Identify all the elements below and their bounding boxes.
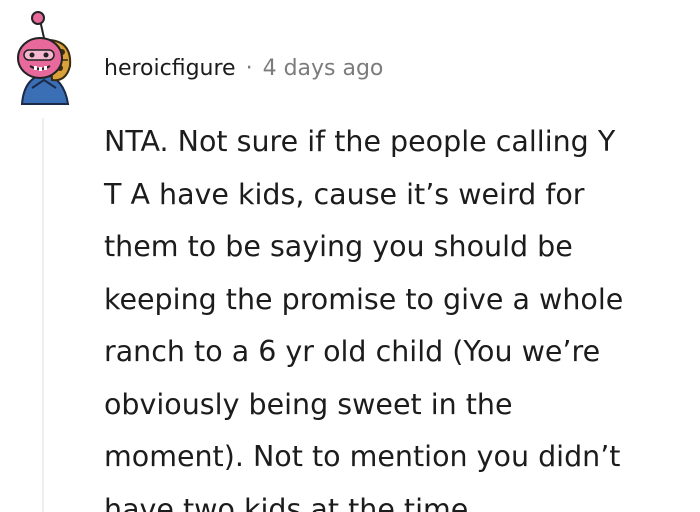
user-avatar-icon[interactable] <box>10 8 78 106</box>
comment-body-line: keeping the promise to give a whole <box>104 282 624 316</box>
comment-body-line: T A have kids, cause it’s weird for <box>104 177 585 211</box>
meta-separator: · <box>245 55 253 81</box>
thread-collapse-line[interactable] <box>42 118 44 512</box>
comment-body-line: them to be saying you should be <box>104 230 573 263</box>
comment: heroicfigure · 4 days ago NTA. Not sure … <box>0 0 700 512</box>
comment-body-line: NTA. Not sure if the people calling Y <box>104 125 616 158</box>
comment-author[interactable]: heroicfigure <box>104 56 236 81</box>
comment-body-line: moment). Not to mention you didn’t <box>104 440 621 473</box>
comment-header: heroicfigure · 4 days ago <box>104 50 383 86</box>
comment-body-line: have two kids at the time. <box>104 492 478 512</box>
comment-body-line: ranch to a 6 yr old child (You we’re <box>104 335 601 368</box>
comment-body-line: obviously being sweet in the <box>104 387 513 421</box>
comment-timestamp[interactable]: 4 days ago <box>263 56 384 81</box>
comment-body: NTA. Not sure if the people calling Y T … <box>104 116 694 512</box>
